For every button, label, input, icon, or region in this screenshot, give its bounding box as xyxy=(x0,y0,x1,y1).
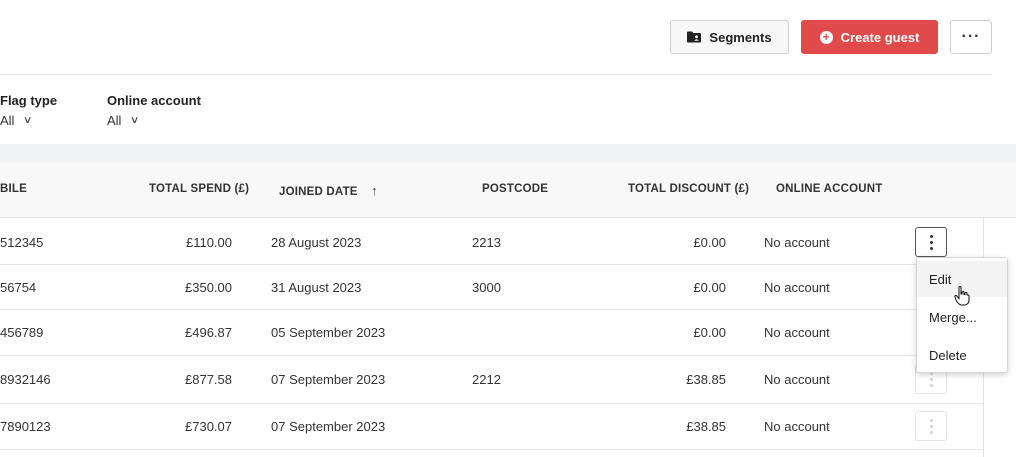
cell-postcode: 3000 xyxy=(472,280,501,295)
menu-item-merge-label: Merge... xyxy=(929,309,977,325)
hand-cursor-icon xyxy=(954,286,970,306)
cell-joined-date: 07 September 2023 xyxy=(271,372,386,387)
filter-select-flag-type[interactable]: All ∨ xyxy=(0,113,33,128)
filter-label-flag-type: Flag type xyxy=(0,93,58,108)
create-guest-label: Create guest xyxy=(840,29,920,45)
cell-online-account: No account xyxy=(764,419,830,434)
ellipsis-icon: ··· xyxy=(961,28,981,45)
cell-mobile: 512345 xyxy=(0,235,44,250)
chevron-down-icon: ∨ xyxy=(130,115,140,126)
table-row: 456789 £496.87 05 September 2023 £0.00 N… xyxy=(0,310,983,356)
cell-joined-date: 31 August 2023 xyxy=(271,280,362,295)
column-header-joined-date[interactable]: JOINED DATE ↑ xyxy=(279,183,378,198)
table-row: 56754 £350.00 31 August 2023 3000 £0.00 … xyxy=(0,265,983,310)
segments-label: Segments xyxy=(709,29,772,45)
cell-total-spend: £877.58 xyxy=(185,372,232,387)
row-actions-menu: Edit Merge... Delete xyxy=(916,257,1008,373)
cell-mobile: 56754 xyxy=(0,280,37,295)
cell-total-discount: £0.00 xyxy=(693,280,726,295)
cell-mobile: 8932146 xyxy=(0,372,51,387)
row-actions-button[interactable] xyxy=(915,411,947,441)
cell-total-discount: £38.85 xyxy=(686,372,726,387)
table-row: 7890123 £730.07 07 September 2023 £38.85… xyxy=(0,404,983,450)
cell-online-account: No account xyxy=(764,280,830,295)
menu-item-delete[interactable]: Delete xyxy=(917,337,1007,373)
filter-value-online-account: All xyxy=(107,113,122,128)
guests-table: BILE TOTAL SPEND (£) JOINED DATE ↑ POSTC… xyxy=(0,162,1016,457)
folder-person-icon xyxy=(687,31,702,43)
column-header-joined-date-label: JOINED DATE xyxy=(279,186,358,198)
cell-online-account: No account xyxy=(764,235,830,250)
column-header-total-spend[interactable]: TOTAL SPEND (£) xyxy=(149,183,249,195)
filter-value-flag-type: All xyxy=(0,113,15,128)
column-header-total-discount[interactable]: TOTAL DISCOUNT (£) xyxy=(628,183,749,195)
cell-joined-date: 28 August 2023 xyxy=(271,235,362,250)
create-guest-button[interactable]: + Create guest xyxy=(801,20,938,54)
chevron-down-icon: ∨ xyxy=(23,115,33,126)
cell-total-spend: £496.87 xyxy=(185,325,232,340)
cell-total-spend: £350.00 xyxy=(185,280,232,295)
cell-joined-date: 05 September 2023 xyxy=(271,325,386,340)
cell-total-discount: £0.00 xyxy=(693,325,726,340)
cell-total-spend: £110.00 xyxy=(185,235,232,250)
cell-mobile: 456789 xyxy=(0,325,44,340)
menu-item-edit-label: Edit xyxy=(929,271,952,287)
sort-ascending-icon: ↑ xyxy=(371,183,378,198)
table-header: BILE TOTAL SPEND (£) JOINED DATE ↑ POSTC… xyxy=(0,162,1016,218)
more-options-button[interactable]: ··· xyxy=(950,20,992,54)
filter-label-online-account: Online account xyxy=(107,93,201,108)
header-divider xyxy=(0,74,992,75)
cell-online-account: No account xyxy=(764,372,830,387)
cell-total-discount: £0.00 xyxy=(693,235,726,250)
row-actions-button[interactable] xyxy=(915,227,947,257)
cell-total-spend: £730.07 xyxy=(185,419,232,434)
table-row: 512345 £110.00 28 August 2023 2213 £0.00… xyxy=(0,218,983,265)
plus-circle-icon: + xyxy=(819,30,833,44)
menu-item-delete-label: Delete xyxy=(929,347,967,363)
cell-total-discount: £38.85 xyxy=(686,419,726,434)
table-row: 8932146 £877.58 07 September 2023 2212 £… xyxy=(0,356,983,404)
cell-online-account: No account xyxy=(764,325,830,340)
column-header-mobile[interactable]: BILE xyxy=(0,183,27,195)
filter-select-online-account[interactable]: All ∨ xyxy=(107,113,140,128)
cell-joined-date: 07 September 2023 xyxy=(271,419,386,434)
column-header-online-account[interactable]: ONLINE ACCOUNT xyxy=(776,183,883,195)
cell-mobile: 7890123 xyxy=(0,419,51,434)
cell-postcode: 2213 xyxy=(472,235,501,250)
column-header-postcode[interactable]: POSTCODE xyxy=(482,183,548,195)
segments-button[interactable]: Segments xyxy=(670,20,789,54)
cell-postcode: 2212 xyxy=(472,372,501,387)
